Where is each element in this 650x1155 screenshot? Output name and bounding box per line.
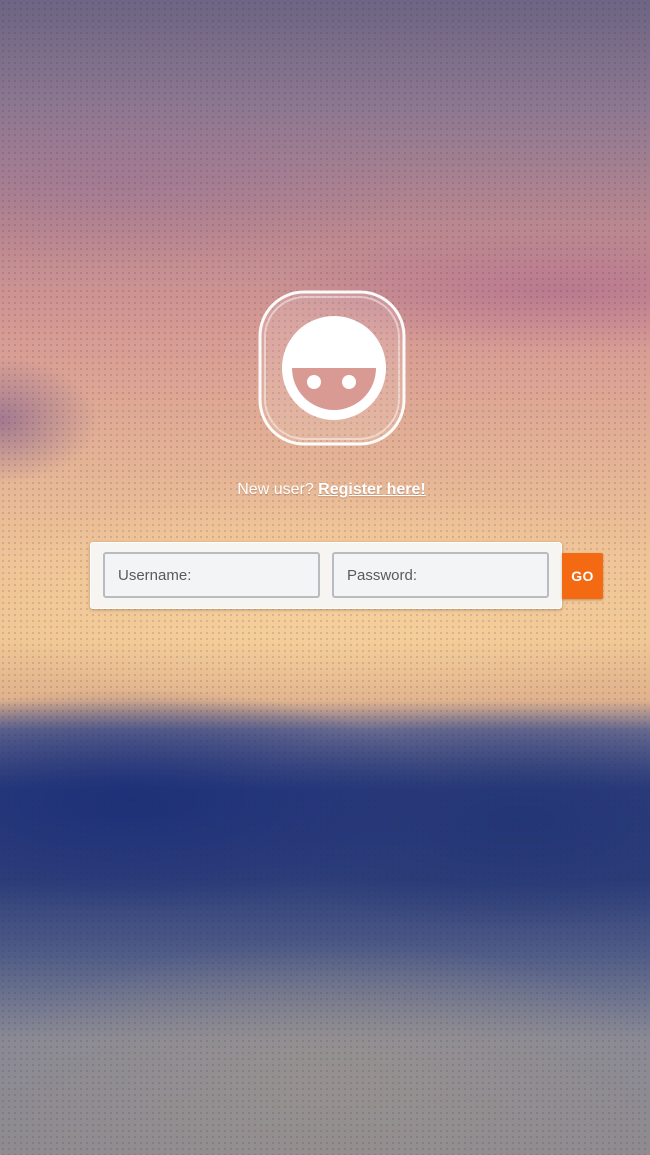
smiley-face-logo-icon [258,290,406,446]
register-link[interactable]: Register here! [318,481,426,498]
register-prompt-text: New user? [237,481,319,498]
register-prompt: New user? Register here! [0,481,650,499]
password-input[interactable] [332,552,549,598]
username-input[interactable] [103,552,320,598]
login-form [90,542,562,609]
go-button[interactable]: GO [562,553,603,599]
